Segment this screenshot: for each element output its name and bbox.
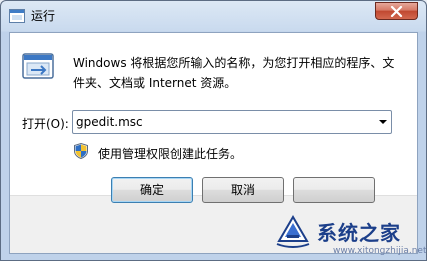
uac-shield-icon [74,143,88,159]
run-app-icon [9,9,25,23]
ok-button[interactable]: 确定 [111,177,193,203]
close-button[interactable] [375,2,418,20]
run-dialog: 运行 Windows 将根据您所输入的名称，为您打开相应的程序、文件夹、文档或 … [0,0,427,261]
watermark-logo-icon [276,215,310,248]
title-bar[interactable]: 运行 [1,1,426,32]
run-icon [22,53,54,79]
open-label: 打开(O): [22,117,69,131]
close-icon [390,6,403,17]
watermark: 系统之家 www.xitongzhijia.net [273,209,427,260]
run-description: Windows 将根据您所输入的名称，为您打开相应的程序、文件夹、文档或 Int… [73,56,395,90]
open-input[interactable] [76,113,366,131]
cancel-button[interactable]: 取消 [202,177,284,203]
watermark-text: 系统之家 [317,221,401,245]
open-combobox[interactable] [72,110,392,134]
watermark-url: www.xitongzhijia.net [333,246,427,256]
window-title: 运行 [31,9,56,23]
admin-note: 使用管理权限创建此任务。 [98,147,243,161]
dropdown-arrow-icon[interactable] [379,120,387,124]
browse-button[interactable] [293,177,375,203]
